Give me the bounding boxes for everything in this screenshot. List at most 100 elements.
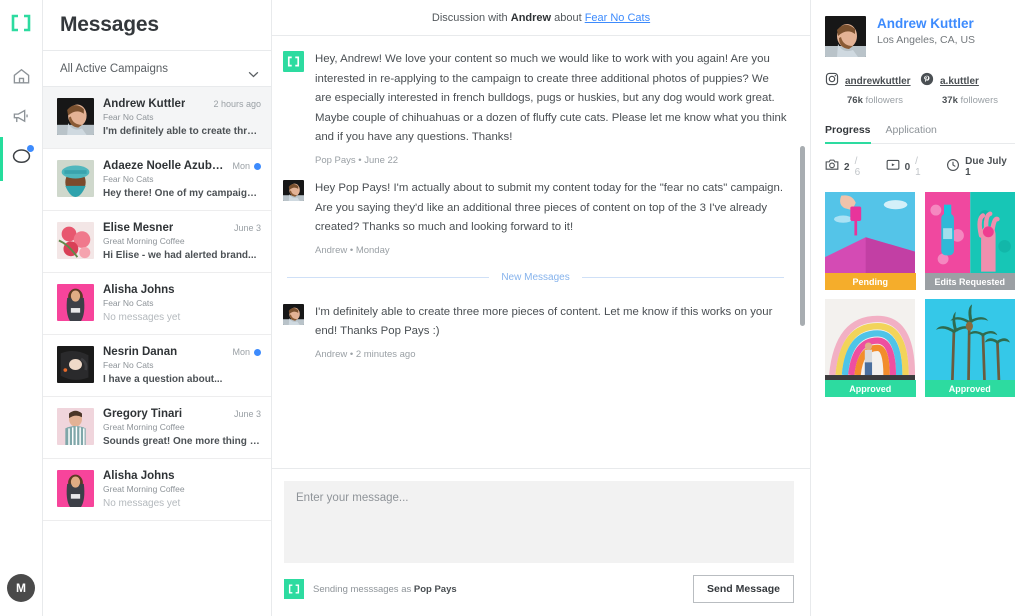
- conversation-item[interactable]: Adaeze Noelle AzubuikeMonFear No CatsHey…: [43, 149, 271, 211]
- conversation-item[interactable]: Alisha Johns Fear No Cats No messages yet: [43, 273, 271, 335]
- social-accounts: andrewkuttler 76k followers a.kuttler 37k f…: [825, 72, 1015, 106]
- conversation-name: Nesrin Danan: [103, 346, 177, 358]
- social-follower-label: followers: [866, 95, 904, 106]
- sidebar-item-campaigns[interactable]: [0, 99, 43, 139]
- profile-identity: Andrew Kuttler Los Angeles, CA, US: [877, 16, 975, 57]
- thread-header-campaign-link[interactable]: Fear No Cats: [585, 12, 650, 24]
- conversation-list[interactable]: Andrew Kuttler 2 hours ago Fear No Cats I'm…: [43, 87, 271, 616]
- conversation-name: Elise Mesner: [103, 222, 173, 234]
- conversation-preview: I'm definitely able to create three more…: [103, 126, 261, 137]
- social-handle[interactable]: andrewkuttler: [845, 76, 911, 87]
- message-avatar: [283, 304, 304, 325]
- conversation-avatar: [57, 160, 94, 197]
- conversation-item[interactable]: Alisha JohnsGreat Morning CoffeeNo messa…: [43, 459, 271, 521]
- message-text: Hey, Andrew! We love your content so muc…: [315, 50, 788, 148]
- conversation-list-column: Messages All Active Campaigns Andrew Kut…: [43, 0, 272, 616]
- messages-app: M Messages All Active Campaigns Andrew K…: [0, 0, 1024, 616]
- message: I'm definitely able to create three more…: [283, 303, 788, 360]
- conversation-time: Mon: [232, 161, 250, 171]
- conversation-name: Gregory Tinari: [103, 408, 182, 420]
- conversation-item[interactable]: Andrew Kuttler2 hours agoFear No CatsI'm…: [43, 87, 271, 149]
- conversation-campaign: Great Morning Coffee: [103, 236, 261, 246]
- send-message-button[interactable]: Send Message: [693, 575, 794, 603]
- stat-total: / 1: [915, 156, 926, 178]
- brand-logo-icon: [283, 51, 304, 72]
- divider-line: [582, 277, 784, 278]
- conversation-preview: No messages yet: [103, 312, 261, 323]
- conversation-avatar: [57, 408, 94, 445]
- conversation-time: June 3: [234, 223, 261, 233]
- thread-header-middle: about: [554, 12, 582, 24]
- stat-item: 0 / 1: [886, 156, 927, 178]
- profile-header: Andrew Kuttler Los Angeles, CA, US: [825, 16, 1015, 57]
- unread-dot: [254, 349, 261, 356]
- social-followers: 37k followers: [942, 95, 1015, 106]
- home-icon: [12, 67, 31, 91]
- social-handle[interactable]: a.kuttler: [940, 76, 979, 87]
- conversation-avatar: [57, 98, 94, 135]
- new-messages-label: New Messages: [501, 272, 569, 283]
- tab-progress[interactable]: Progress: [825, 124, 871, 143]
- status-badge: Approved: [925, 380, 1016, 397]
- conversation-time: June 3: [234, 409, 261, 419]
- brand-logo-icon: [284, 579, 304, 599]
- message-composer: Sending messsages as Pop Pays Send Messa…: [272, 468, 810, 616]
- status-badge: Edits Requested: [925, 273, 1016, 290]
- thread-messages: Hey, Andrew! We love your content so muc…: [272, 36, 810, 468]
- tab-application[interactable]: Application: [886, 124, 937, 143]
- thread-header-person: Andrew: [511, 12, 551, 24]
- campaign-filter-dropdown[interactable]: All Active Campaigns: [43, 51, 271, 87]
- sending-as-brand: Pop Pays: [414, 584, 457, 595]
- conversation-avatar: [57, 222, 94, 259]
- conversation-name: Alisha Johns: [103, 470, 175, 482]
- conversation-preview: Sounds great! One more thing about...: [103, 436, 261, 447]
- conversation-time: 2 hours ago: [213, 99, 261, 109]
- sidebar-item-messages[interactable]: [0, 139, 43, 179]
- profile-tabs[interactable]: Progress Application: [825, 124, 1015, 144]
- conversation-item[interactable]: Gregory Tinari June 3 Great Morning Coffee…: [43, 397, 271, 459]
- conversation-campaign: Great Morning Coffee: [103, 484, 261, 494]
- conversation-campaign: Fear No Cats: [103, 360, 261, 370]
- stat-total: / 6: [855, 156, 866, 178]
- message-signature: Andrew • Monday: [315, 245, 788, 256]
- status-badge: Pending: [825, 273, 916, 290]
- sending-as-prefix: Sending messsages as: [313, 584, 411, 595]
- message-input[interactable]: [284, 481, 794, 563]
- sidebar-item-home[interactable]: [0, 59, 43, 99]
- social-account: a.kuttler 37k followers: [920, 72, 1015, 106]
- thread-scrollbar[interactable]: [800, 146, 805, 326]
- unread-dot: [254, 163, 261, 170]
- stat-value: Due July 1: [965, 156, 1015, 178]
- thread-header-prefix: Discussion with: [432, 12, 508, 24]
- message-avatar: [283, 180, 304, 201]
- instagram-icon: [825, 72, 839, 91]
- stat-item: 2/ 6: [825, 156, 866, 178]
- stat-value: 0: [905, 162, 911, 173]
- conversation-campaign: Great Morning Coffee: [103, 422, 261, 432]
- content-grid[interactable]: Pending Edits Requested Approved Approved: [825, 192, 1015, 397]
- conversation-time: Mon: [232, 347, 250, 357]
- new-messages-divider: New Messages: [287, 272, 784, 283]
- conversation-name: Adaeze Noelle Azubuike: [103, 160, 227, 172]
- user-avatar[interactable]: M: [7, 574, 35, 602]
- profile-avatar: [825, 16, 866, 57]
- conversation-preview: I have a question about...: [103, 374, 261, 385]
- conversation-item[interactable]: Nesrin Danan Mon Fear No Cats I have a ques…: [43, 335, 271, 397]
- conversation-body: Alisha Johns Fear No Cats No messages yet: [103, 284, 261, 323]
- content-card[interactable]: Edits Requested: [925, 192, 1016, 290]
- conversation-name: Andrew Kuttler: [103, 98, 185, 110]
- conversation-body: Elise MesnerJune 3Great Morning CoffeeHi…: [103, 222, 261, 261]
- social-followers: 76k followers: [847, 95, 920, 106]
- conversation-item[interactable]: Elise MesnerJune 3Great Morning CoffeeHi…: [43, 211, 271, 273]
- content-card[interactable]: Approved: [925, 299, 1016, 397]
- content-card[interactable]: Pending: [825, 192, 916, 290]
- content-card[interactable]: Approved: [825, 299, 916, 397]
- social-account: andrewkuttler 76k followers: [825, 72, 920, 106]
- conversation-body: Adaeze Noelle AzubuikeMonFear No CatsHey…: [103, 160, 261, 199]
- message: Hey, Andrew! We love your content so muc…: [283, 50, 788, 166]
- profile-name[interactable]: Andrew Kuttler: [877, 16, 975, 31]
- brand-logo-icon[interactable]: [10, 14, 32, 37]
- conversation-campaign: Fear No Cats: [103, 298, 261, 308]
- conversation-name: Alisha Johns: [103, 284, 175, 296]
- conversation-body: Nesrin Danan Mon Fear No Cats I have a ques…: [103, 346, 261, 385]
